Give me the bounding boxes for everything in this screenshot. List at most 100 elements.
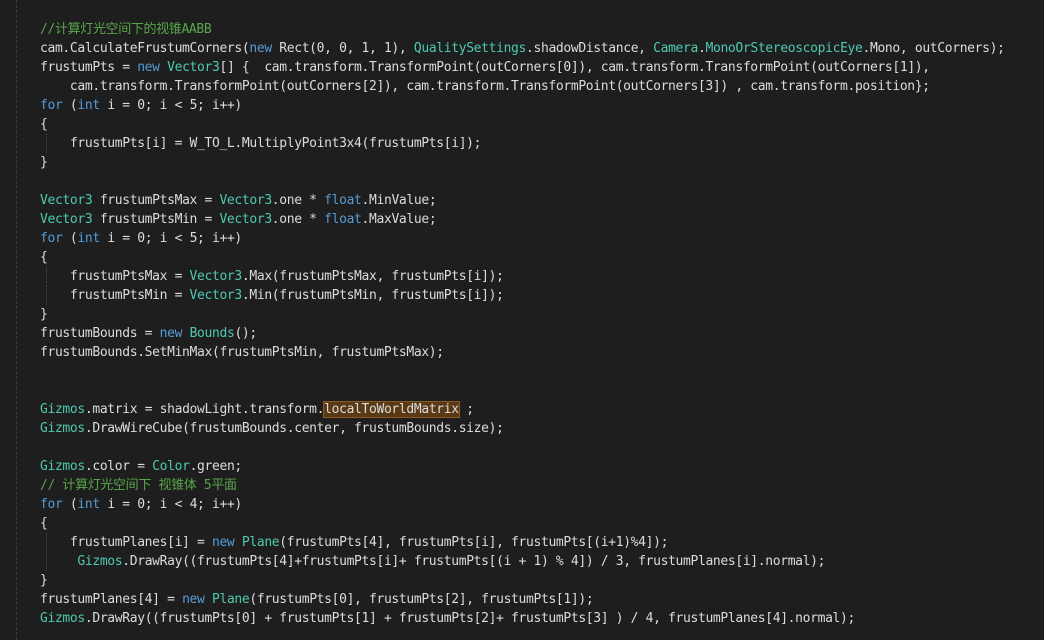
code-token: (frustumPts[0], frustumPts[2], frustumPt…	[249, 592, 594, 607]
code-token: Vector3	[219, 193, 272, 208]
code-line[interactable]: frustumPtsMin = Vector3.Min(frustumPtsMi…	[40, 286, 504, 305]
code-token: }	[40, 307, 48, 322]
code-line[interactable]: Gizmos.color = Color.green;	[40, 457, 242, 476]
code-token: int	[77, 231, 100, 246]
code-token: {	[40, 516, 48, 531]
code-token: Gizmos	[40, 611, 85, 626]
indent-guide	[46, 134, 47, 153]
code-line[interactable]: Gizmos.DrawRay((frustumPts[0] + frustumP…	[40, 609, 855, 628]
code-token: frustumBounds =	[40, 326, 160, 341]
code-line[interactable]: }	[40, 571, 48, 590]
code-token: for	[40, 231, 63, 246]
code-line[interactable]: frustumBounds.SetMinMax(frustumPtsMin, f…	[40, 343, 444, 362]
code-line[interactable]: cam.transform.TransformPoint(outCorners[…	[40, 77, 930, 96]
code-line[interactable]: frustumPlanes[i] = new Plane(frustumPts[…	[40, 533, 669, 552]
code-token: }	[40, 155, 48, 170]
code-line[interactable]: Vector3 frustumPtsMin = Vector3.one * fl…	[40, 210, 437, 229]
code-token: }	[40, 573, 48, 588]
code-line[interactable]: for (int i = 0; i < 5; i++)	[40, 229, 242, 248]
code-line[interactable]: frustumPts[i] = W_TO_L.MultiplyPoint3x4(…	[40, 134, 482, 153]
indent-guide	[46, 552, 47, 571]
code-token: Rect(0, 0, 1, 1),	[271, 41, 414, 56]
code-token: i = 0; i < 4; i++)	[99, 497, 242, 512]
code-token: frustumBounds.SetMinMax(frustumPtsMin, f…	[40, 345, 444, 360]
code-token: .MinValue;	[361, 193, 437, 208]
code-token: for	[40, 98, 63, 113]
code-token: .green;	[189, 459, 243, 474]
code-line[interactable]: {	[40, 248, 48, 267]
code-token: // 计算灯光空间下 视锥体 5平面	[40, 478, 237, 493]
code-token: float	[324, 212, 362, 227]
code-token: .Max(frustumPtsMax, frustumPts[i]);	[241, 269, 504, 284]
code-token: .DrawRay((frustumPts[4]+frustumPts[i]+ f…	[122, 554, 826, 569]
code-line[interactable]: // 计算灯光空间下 视锥体 5平面	[40, 476, 237, 495]
code-token: .shadowDistance,	[526, 41, 654, 56]
code-token: .DrawWireCube(frustumBounds.center, frus…	[84, 421, 504, 436]
code-token: MonoOrStereoscopicEye	[705, 41, 863, 56]
code-line[interactable]: {	[40, 115, 48, 134]
code-line[interactable]: Gizmos.DrawWireCube(frustumBounds.center…	[40, 419, 504, 438]
code-token: .Min(frustumPtsMin, frustumPts[i]);	[241, 288, 504, 303]
code-line[interactable]: for (int i = 0; i < 4; i++)	[40, 495, 242, 514]
indent-guide	[46, 286, 47, 305]
code-token: Gizmos	[40, 421, 85, 436]
indent-guide	[46, 533, 47, 552]
code-token: {	[40, 117, 48, 132]
code-editor[interactable]: //计算灯光空间下的视锥AABB cam.CalculateFrustumCorn…	[0, 0, 1044, 640]
code-token: frustumPlanes[4] =	[40, 592, 183, 607]
code-line[interactable]: }	[40, 305, 48, 324]
code-token: .color =	[84, 459, 153, 474]
code-token: (	[62, 98, 78, 113]
code-token: Bounds	[189, 326, 235, 341]
code-token: i = 0; i < 5; i++)	[99, 231, 242, 246]
code-token: int	[77, 497, 100, 512]
code-line[interactable]: Gizmos.matrix = shadowLight.transform.lo…	[40, 400, 474, 419]
code-line[interactable]: Vector3 frustumPtsMax = Vector3.one * fl…	[40, 191, 437, 210]
code-token: Vector3	[167, 60, 220, 75]
code-line[interactable]: frustumPlanes[4] = new Plane(frustumPts[…	[40, 590, 594, 609]
code-token: Vector3	[189, 269, 243, 284]
code-line[interactable]: frustumPts = new Vector3[] { cam.transfo…	[40, 58, 930, 77]
code-line[interactable]: }	[40, 153, 48, 172]
code-token: Vector3	[189, 288, 243, 303]
code-token: {	[40, 250, 48, 265]
code-token: .one *	[271, 212, 325, 227]
code-line[interactable]: for (int i = 0; i < 5; i++)	[40, 96, 242, 115]
code-token: Gizmos	[40, 459, 85, 474]
code-line[interactable]: frustumBounds = new Bounds();	[40, 324, 257, 343]
code-line[interactable]: cam.CalculateFrustumCorners(new Rect(0, …	[40, 39, 1005, 58]
code-token: frustumPlanes[i] =	[40, 535, 212, 550]
code-token: new	[249, 41, 272, 56]
code-token: (	[62, 497, 78, 512]
code-token: .matrix = shadowLight.transform.	[84, 402, 325, 417]
code-token: Plane	[241, 535, 280, 550]
code-token: Gizmos	[77, 554, 123, 569]
code-line[interactable]: //计算灯光空间下的视锥AABB	[40, 20, 212, 39]
code-token: Vector3	[40, 193, 93, 208]
code-line[interactable]: {	[40, 514, 48, 533]
code-token: frustumPtsMax =	[92, 193, 220, 208]
code-token: frustumPts =	[40, 60, 138, 75]
code-token: (	[62, 231, 78, 246]
code-token: cam.CalculateFrustumCorners(	[40, 41, 250, 56]
code-token: Plane	[211, 592, 250, 607]
code-token: ();	[234, 326, 257, 341]
code-token: .Mono, outCorners);	[862, 41, 1005, 56]
code-line[interactable]: frustumPtsMax = Vector3.Max(frustumPtsMa…	[40, 267, 504, 286]
code-token: frustumPts[i] = W_TO_L.MultiplyPoint3x4(…	[40, 136, 482, 151]
code-line[interactable]: Gizmos.DrawRay((frustumPts[4]+frustumPts…	[40, 552, 825, 571]
code-token: .one *	[271, 193, 325, 208]
code-token: frustumPtsMin =	[40, 288, 190, 303]
highlighted-token: localToWorldMatrix	[323, 401, 460, 418]
code-token: .DrawRay((frustumPts[0] + frustumPts[1] …	[84, 611, 855, 626]
code-token: new	[211, 535, 235, 550]
code-token: frustumPtsMax =	[40, 269, 190, 284]
code-token: QualitySettings	[413, 41, 527, 56]
code-token: new	[137, 60, 160, 75]
code-token: frustumPtsMin =	[92, 212, 220, 227]
code-token: [] { cam.transform.TransformPoint(outCor…	[219, 60, 930, 75]
code-token: Vector3	[219, 212, 272, 227]
